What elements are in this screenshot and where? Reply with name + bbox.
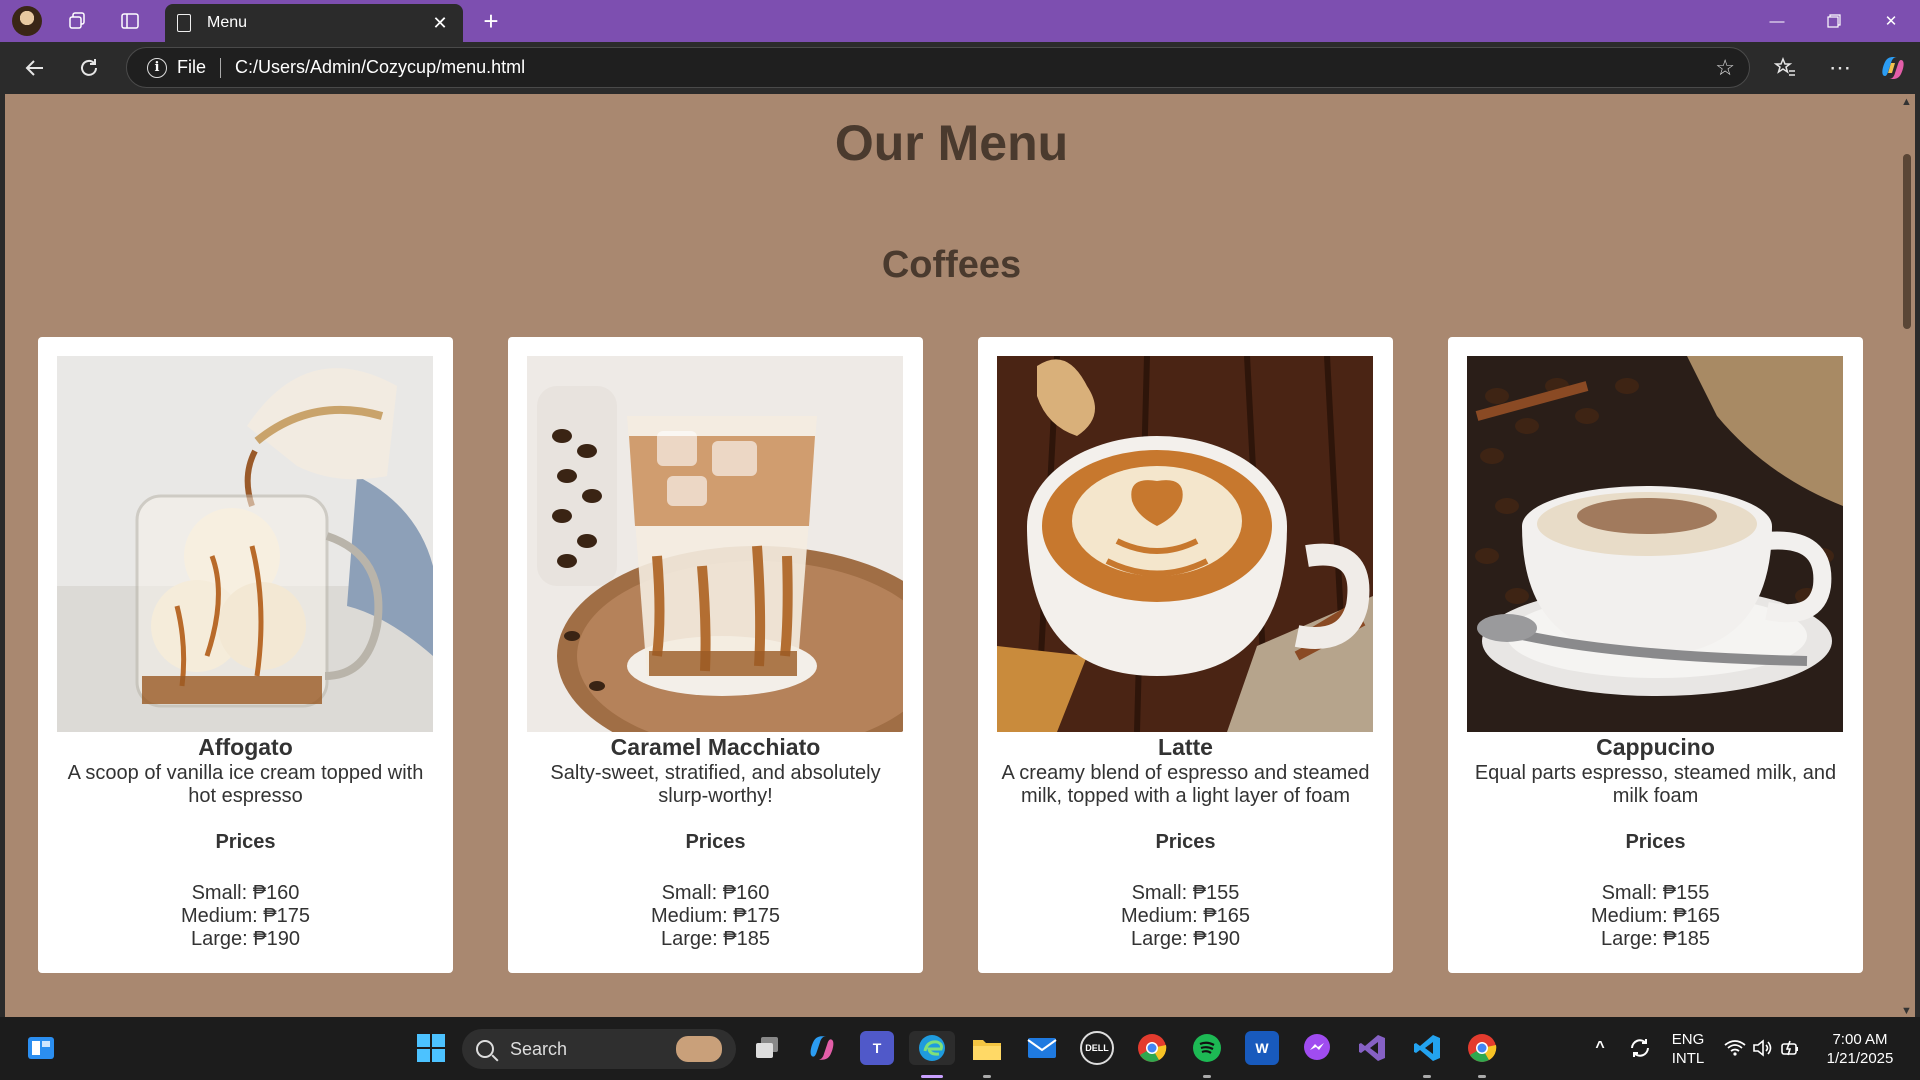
word-icon[interactable]: W (1245, 1031, 1279, 1065)
profile-avatar[interactable] (12, 6, 42, 36)
item-description: A scoop of vanilla ice cream topped with… (67, 762, 424, 807)
item-name: Affogato (198, 734, 293, 760)
tab-title: Menu (207, 14, 248, 31)
favorite-star-icon[interactable]: ☆ (1715, 55, 1735, 81)
affogato-photo (57, 356, 433, 732)
search-label: Search (510, 1038, 568, 1059)
search-icon (476, 1040, 494, 1058)
menu-card: Latte A creamy blend of espresso and ste… (978, 337, 1393, 973)
widgets-icon[interactable] (24, 1031, 58, 1065)
dell-icon[interactable]: DELL (1080, 1031, 1114, 1065)
tab-menu[interactable]: Menu ✕ (165, 4, 463, 42)
scroll-down-icon[interactable]: ▼ (1901, 1005, 1912, 1017)
latte-art-cup-photo (997, 356, 1373, 732)
menu-card: Cappucino Equal parts espresso, steamed … (1448, 337, 1863, 973)
minimize-button[interactable]: — (1749, 0, 1805, 42)
cappuccino-cup-photo (1467, 356, 1843, 732)
address-url[interactable]: C:/Users/Admin/Cozycup/menu.html (235, 57, 525, 78)
active-app-indicator (921, 1075, 943, 1078)
clock[interactable]: 7:00 AM 1/21/2025 (1815, 1030, 1905, 1068)
search-highlight-icon (676, 1036, 722, 1062)
price-small: Small: ₱155 (1131, 882, 1240, 904)
price-large: Large: ₱185 (1601, 928, 1710, 950)
more-options-icon[interactable]: ⋯ (1823, 51, 1857, 85)
address-separator (220, 57, 222, 78)
price-small: Small: ₱160 (191, 882, 300, 904)
running-app-indicator (1423, 1075, 1431, 1078)
chrome-icon[interactable] (1135, 1031, 1169, 1065)
running-app-indicator (1478, 1075, 1486, 1078)
price-small: Small: ₱155 (1601, 882, 1710, 904)
language-indicator[interactable]: ENG INTL (1666, 1030, 1710, 1068)
clock-date: 1/21/2025 (1826, 1050, 1894, 1067)
scroll-thumb[interactable] (1903, 154, 1911, 329)
menu-card: Caramel Macchiato Salty-sweet, stratifie… (508, 337, 923, 973)
prices-heading: Prices (1155, 831, 1216, 853)
page-title: Our Menu (834, 115, 1069, 171)
browser-titlebar: Menu ✕ + — ✕ (0, 0, 1920, 42)
new-tab-button[interactable]: + (476, 6, 506, 36)
file-explorer-icon[interactable] (970, 1031, 1004, 1065)
price-large: Large: ₱190 (191, 928, 300, 950)
prices-heading: Prices (1625, 831, 1686, 853)
battery-icon[interactable] (1774, 1031, 1808, 1065)
running-app-indicator (1203, 1075, 1211, 1078)
item-name: Cappucino (1596, 734, 1715, 760)
vscode-icon[interactable] (1410, 1031, 1444, 1065)
workspaces-icon[interactable] (62, 6, 92, 36)
price-medium: Medium: ₱165 (1591, 905, 1720, 927)
sync-icon[interactable] (1623, 1031, 1657, 1065)
price-medium: Medium: ₱175 (181, 905, 310, 927)
iced-caramel-macchiato-photo (527, 356, 903, 732)
price-medium: Medium: ₱165 (1121, 905, 1250, 927)
item-name: Latte (1158, 734, 1213, 760)
address-bar[interactable]: i File C:/Users/Admin/Cozycup/menu.html … (126, 47, 1750, 88)
item-description: Salty-sweet, stratified, and absolutely … (550, 762, 881, 807)
teams-icon[interactable]: T (860, 1031, 894, 1065)
copilot-taskbar-icon[interactable] (805, 1031, 839, 1065)
price-large: Large: ₱190 (1131, 928, 1240, 950)
price-large: Large: ₱185 (661, 928, 770, 950)
item-name: Caramel Macchiato (610, 734, 821, 760)
refresh-icon[interactable] (72, 51, 106, 85)
messenger-icon[interactable] (1300, 1031, 1334, 1065)
window-edge (1915, 94, 1920, 1017)
language-code: ENG (1671, 1031, 1705, 1048)
price-medium: Medium: ₱175 (651, 905, 780, 927)
back-arrow-icon[interactable] (18, 51, 52, 85)
section-title: Coffees (881, 244, 1022, 286)
scroll-up-icon[interactable]: ▲ (1901, 96, 1912, 108)
copilot-icon[interactable] (1876, 51, 1910, 85)
item-description: Equal parts espresso, steamed milk, and … (1474, 762, 1837, 807)
edge-icon[interactable] (909, 1031, 955, 1065)
menu-card: Affogato A scoop of vanilla ice cream to… (38, 337, 453, 973)
start-windows-icon[interactable] (414, 1031, 448, 1065)
prices-heading: Prices (215, 831, 276, 853)
spotify-icon[interactable] (1190, 1031, 1224, 1065)
running-app-indicator (983, 1075, 991, 1078)
favorites-icon[interactable] (1768, 51, 1802, 85)
page-viewport: Our Menu Coffees Affogato A scoop of van… (5, 94, 1898, 1017)
prices-heading: Prices (685, 831, 746, 853)
site-info-icon[interactable]: i (147, 57, 167, 78)
browser-toolbar: i File C:/Users/Admin/Cozycup/menu.html … (0, 42, 1920, 94)
item-description: A creamy blend of espresso and steamed m… (1001, 762, 1370, 807)
chrome-profile-icon[interactable] (1465, 1031, 1499, 1065)
task-view-icon[interactable] (750, 1031, 784, 1065)
address-scheme: File (177, 57, 207, 77)
close-tab-icon[interactable]: ✕ (427, 10, 453, 36)
document-icon (177, 14, 191, 32)
keyboard-layout: INTL (1671, 1050, 1705, 1067)
vertical-tabs-icon[interactable] (115, 6, 145, 36)
restore-button[interactable] (1806, 0, 1862, 42)
show-hidden-icons-chevron[interactable]: ^ (1583, 1031, 1617, 1065)
close-window-button[interactable]: ✕ (1863, 0, 1919, 42)
visual-studio-icon[interactable] (1355, 1031, 1389, 1065)
taskbar-search[interactable]: Search (462, 1029, 736, 1069)
clock-time: 7:00 AM (1832, 1031, 1888, 1048)
price-small: Small: ₱160 (661, 882, 770, 904)
page-scrollbar[interactable]: ▲ ▼ (1898, 94, 1915, 1017)
mail-icon[interactable] (1025, 1031, 1059, 1065)
windows-taskbar: Search T DELL W ^ ENG INTL 7:00 AM 1/21/… (0, 1017, 1920, 1080)
